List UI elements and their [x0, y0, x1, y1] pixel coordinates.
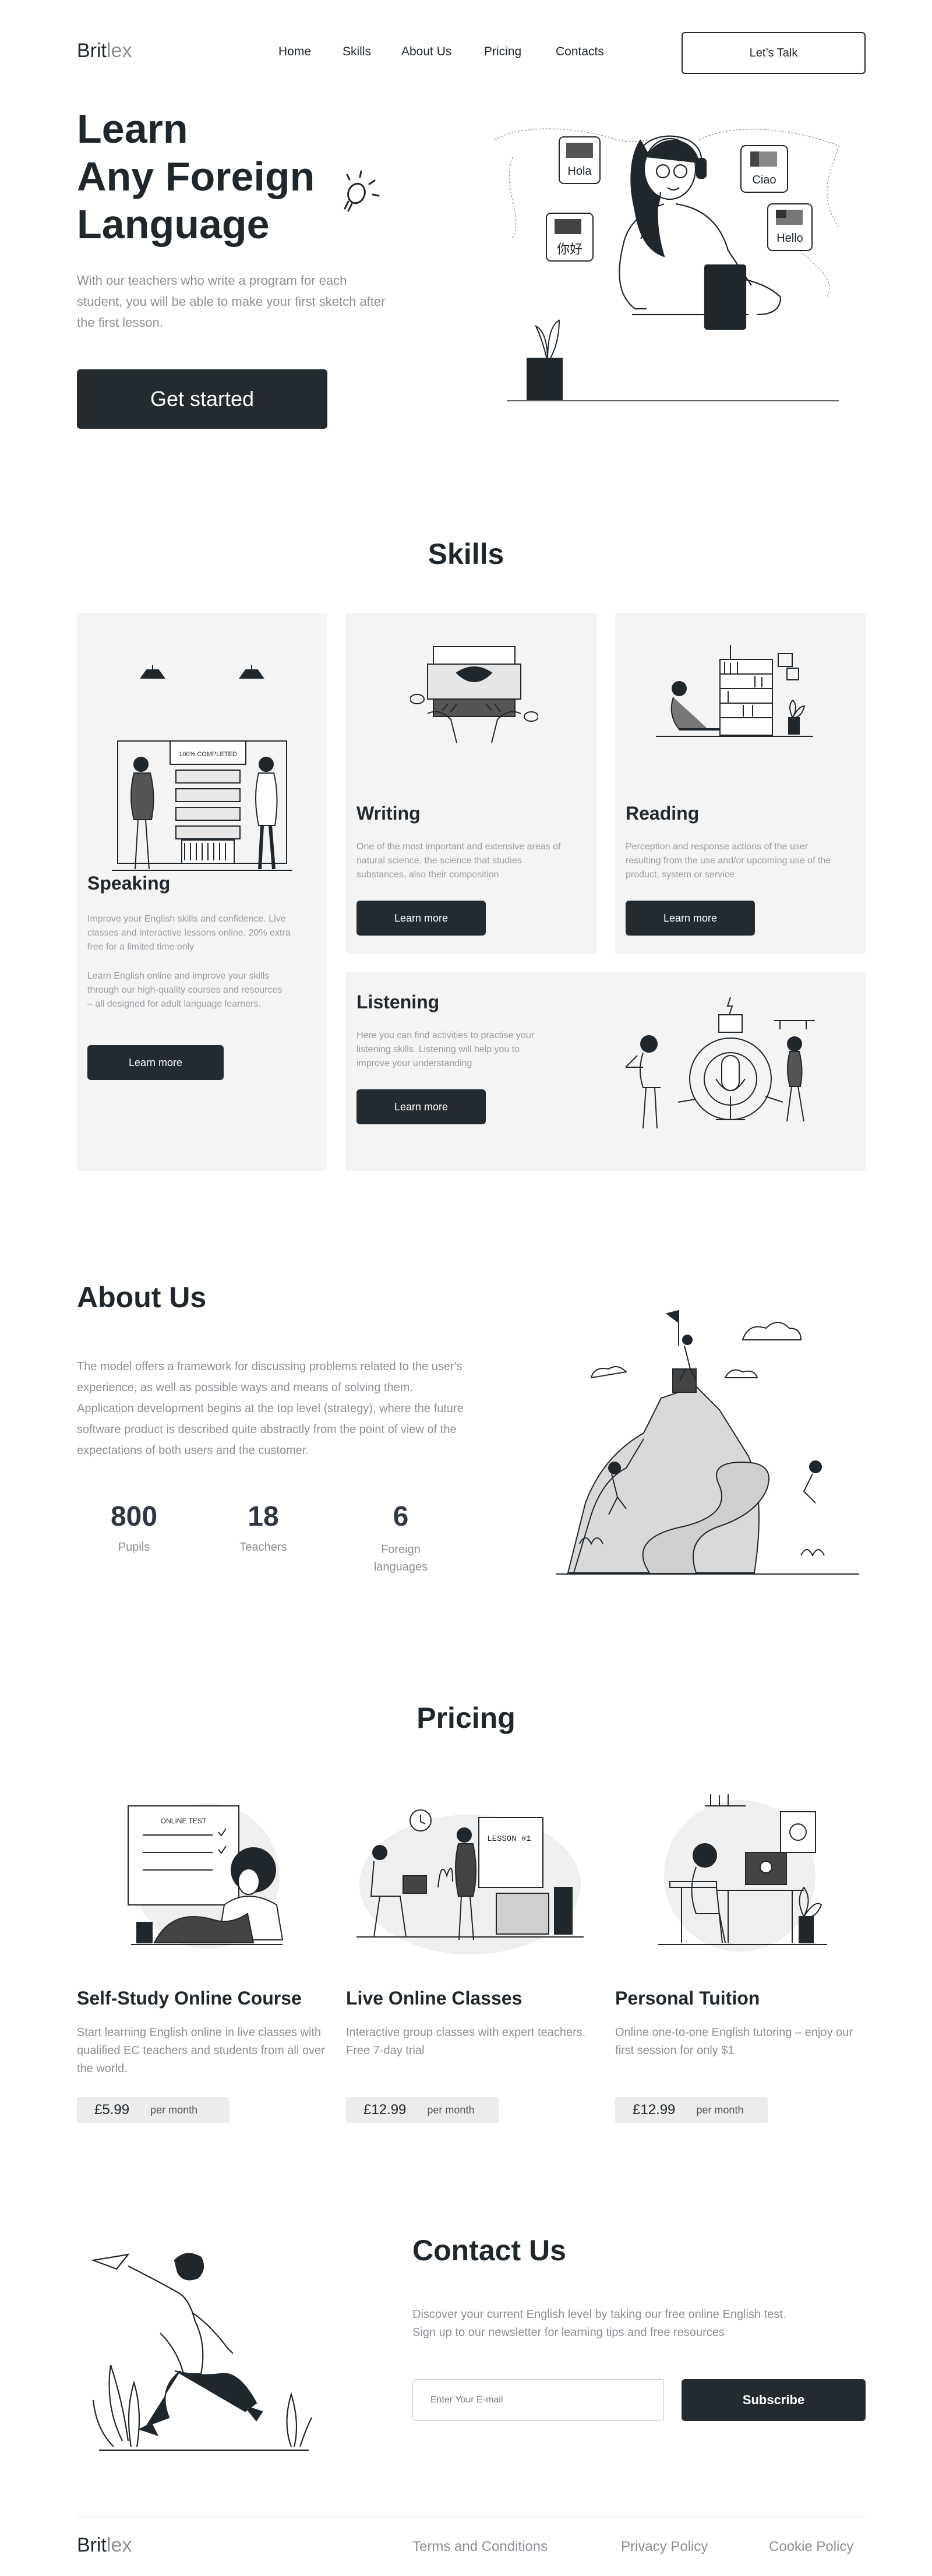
listening-heading: Listening: [356, 991, 440, 1012]
about-illustration: [556, 1293, 859, 1579]
speaking-illustration-label: 100% COMPLETED: [179, 751, 237, 758]
stat-pupils-label: Pupils: [118, 1541, 150, 1554]
plan-1-price-period: per month: [150, 2104, 198, 2116]
skill-card-listening: Listening Here you can find activities t…: [346, 972, 866, 1171]
plan-1-illustration-label: ONLINE TEST: [161, 1817, 207, 1825]
plan-3-price-amount: £12.99: [633, 2102, 676, 2118]
subscribe-label: Subscribe: [742, 2392, 805, 2407]
skill-card-reading: Reading Perception and response actions …: [615, 613, 866, 954]
speaking-text-1: Improve your English skills and confiden…: [87, 914, 291, 952]
plan-2-price-period: per month: [427, 2104, 475, 2116]
about-title: About Us: [77, 1281, 207, 1314]
stat-languages-value: 6: [393, 1501, 409, 1532]
plan-3-price-period: per month: [696, 2104, 744, 2116]
plan-1-illustration: ONLINE TEST: [119, 1788, 288, 1957]
email-input[interactable]: [412, 2379, 664, 2421]
plan-3-price: £12.99 per month: [615, 2097, 768, 2123]
listening-learn-more-label: Learn more: [394, 1100, 449, 1113]
footer-logo[interactable]: Britlex: [77, 2534, 132, 2557]
plan-3-desc: Online one-to-one English tutoring – enj…: [615, 2026, 853, 2057]
speaking-learn-more-label: Learn more: [128, 1056, 183, 1068]
contact-title: Contact Us: [412, 2234, 566, 2267]
footer-cookie-link[interactable]: Cookie Policy: [769, 2539, 853, 2555]
plan-2-desc: Interactive group classes with expert te…: [346, 2026, 586, 2057]
nav-about[interactable]: About Us: [401, 45, 451, 59]
stat-teachers-value: 18: [248, 1501, 279, 1532]
plan-1-desc: Start learning English online in live cl…: [77, 2026, 325, 2075]
skill-card-speaking: 100% COMPLETED Speaking Improve your Eng…: [77, 613, 327, 1171]
footer-privacy-link[interactable]: Privacy Policy: [621, 2539, 708, 2555]
writing-heading: Writing: [356, 803, 421, 824]
hero-title-line-2: Any Foreign: [77, 154, 315, 199]
skill-card-writing: Writing One of the most important and ex…: [346, 613, 596, 954]
nav-pricing[interactable]: Pricing: [484, 45, 521, 59]
writing-learn-more-label: Learn more: [394, 912, 449, 924]
logo-part-1: Brit: [77, 40, 107, 62]
reading-learn-more-button[interactable]: Learn more: [626, 901, 755, 936]
stat-pupils: 800 Pupils: [87, 1501, 181, 1554]
plan-2-title: Live Online Classes: [346, 1988, 523, 2009]
stat-languages: 6 Foreign languages: [354, 1501, 447, 1576]
lets-talk-button[interactable]: Let’s Talk: [682, 32, 866, 74]
reading-learn-more-label: Learn more: [663, 912, 718, 924]
lets-talk-label: Let’s Talk: [749, 46, 798, 59]
get-started-label: Get started: [150, 387, 255, 411]
reading-illustration: [656, 642, 813, 741]
speaking-text-2: Learn English online and improve your sk…: [87, 971, 283, 1009]
plan-1-price-amount: £5.99: [94, 2102, 130, 2118]
listening-learn-more-button[interactable]: Learn more: [356, 1089, 486, 1124]
bubble-hola-text: Hola: [567, 165, 592, 178]
nav-skills[interactable]: Skills: [343, 45, 371, 59]
stat-teachers-label: Teachers: [239, 1541, 287, 1554]
logo-part-2: lex: [107, 40, 132, 62]
stat-languages-label: Foreign languages: [373, 1543, 428, 1573]
stat-pupils-value: 800: [110, 1501, 158, 1532]
footer-terms-link[interactable]: Terms and Conditions: [412, 2539, 548, 2555]
skills-title: Skills: [428, 538, 504, 570]
footer-logo-part-2: lex: [107, 2534, 132, 2556]
logo[interactable]: Britlex: [77, 40, 132, 62]
hero-description: With our teachers who write a program fo…: [77, 273, 386, 330]
writing-text: One of the most important and extensive …: [356, 842, 561, 880]
plan-3-title: Personal Tuition: [615, 1988, 760, 2009]
writing-illustration: [410, 641, 538, 743]
plan-2-price-amount: £12.99: [363, 2102, 407, 2118]
plan-2-price: £12.99 per month: [346, 2097, 499, 2123]
listening-text: Here you can find activities to practise…: [356, 1031, 535, 1068]
hero-illustration: Hola Ciao 你好 Hello: [489, 122, 850, 402]
contact-text: Discover your current English level by t…: [412, 2308, 786, 2339]
plan-1-price: £5.99 per month: [77, 2097, 230, 2123]
stat-teachers: 18 Teachers: [217, 1501, 310, 1554]
about-text: The model offers a framework for discuss…: [77, 1360, 464, 1457]
bubble-hello-text: Hello: [776, 232, 803, 245]
contact-illustration: [87, 2249, 320, 2464]
get-started-button[interactable]: Get started: [77, 369, 327, 429]
reading-heading: Reading: [626, 803, 700, 824]
footer-logo-part-1: Brit: [77, 2534, 107, 2556]
plan-2-illustration-label: LESSON #1: [487, 1834, 531, 1844]
hero-title-line-1: Learn: [77, 106, 188, 151]
listening-illustration: [626, 997, 824, 1137]
subscribe-button[interactable]: Subscribe: [682, 2379, 866, 2421]
hero-title-line-3: Language: [77, 202, 270, 247]
hero-title: Learn Any Foreign Language: [77, 105, 315, 248]
plan-1-title: Self-Study Online Course: [77, 1988, 302, 2009]
speaking-heading: Speaking: [87, 873, 171, 894]
lightbulb-icon: [337, 169, 383, 216]
nav-contacts[interactable]: Contacts: [556, 45, 604, 59]
bubble-ciao-text: Ciao: [752, 174, 776, 186]
pricing-title: Pricing: [416, 1702, 516, 1734]
bubble-nihao-text: 你好: [557, 242, 582, 257]
speaking-illustration: 100% COMPLETED: [112, 654, 292, 875]
reading-text: Perception and response actions of the u…: [626, 842, 831, 880]
writing-learn-more-button[interactable]: Learn more: [356, 901, 486, 936]
plan-2-illustration: LESSON #1: [356, 1788, 584, 1957]
speaking-learn-more-button[interactable]: Learn more: [87, 1045, 224, 1080]
plan-3-illustration: [647, 1788, 833, 1957]
nav-home[interactable]: Home: [278, 45, 311, 59]
